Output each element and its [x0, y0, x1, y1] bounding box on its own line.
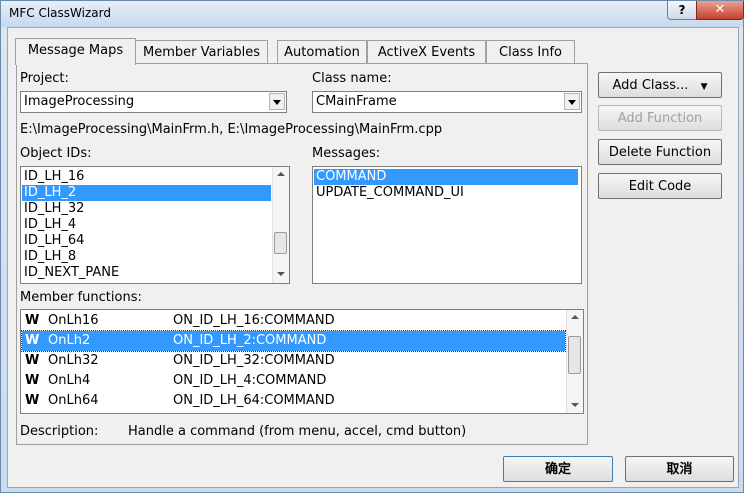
- scroll-down-icon[interactable]: [273, 267, 289, 281]
- member-functions-label: Member functions:: [20, 290, 142, 305]
- scroll-down-icon[interactable]: [567, 398, 583, 412]
- add-function-button[interactable]: Add Function: [598, 105, 722, 131]
- object-id-item[interactable]: ID_LH_16: [22, 169, 271, 185]
- project-label: Project:: [20, 71, 69, 86]
- description-text: Handle a command (from menu, accel, cmd …: [128, 424, 467, 439]
- project-combo[interactable]: ImageProcessing: [20, 91, 287, 113]
- member-function-row[interactable]: W OnLh64 ON_ID_LH_64:COMMAND: [22, 391, 565, 411]
- ok-button[interactable]: 确定: [503, 456, 613, 482]
- function-message: ON_ID_LH_4:COMMAND: [173, 373, 327, 388]
- classwizard-window: MFC ClassWizard ? ✕ Message Maps Member …: [0, 0, 744, 493]
- object-id-item[interactable]: ID_LH_32: [22, 201, 271, 217]
- chevron-down-icon: ▼: [700, 82, 708, 92]
- message-item[interactable]: UPDATE_COMMAND_UI: [314, 185, 578, 201]
- object-ids-list[interactable]: ID_LH_16 ID_LH_2 ID_LH_32 ID_LH_4 ID_LH_…: [20, 166, 290, 284]
- member-functions-scrollbar[interactable]: [566, 310, 583, 413]
- help-button[interactable]: ?: [667, 1, 697, 20]
- function-name: OnLh64: [48, 393, 99, 408]
- object-id-item[interactable]: ID_LH_8: [22, 249, 271, 265]
- tab-activex-events[interactable]: ActiveX Events: [367, 40, 486, 64]
- function-message: ON_ID_LH_16:COMMAND: [173, 313, 335, 328]
- object-id-item[interactable]: ID_NEXT_PANE: [22, 265, 271, 281]
- tab-class-info[interactable]: Class Info: [486, 40, 575, 64]
- windows-message-icon: W: [25, 353, 40, 368]
- window-title: MFC ClassWizard: [9, 6, 111, 20]
- title-bar[interactable]: MFC ClassWizard ? ✕: [1, 1, 744, 27]
- dialog-client: Message Maps Member Variables Automation…: [7, 27, 739, 488]
- close-button[interactable]: ✕: [696, 1, 744, 20]
- messages-list[interactable]: COMMAND UPDATE_COMMAND_UI: [312, 166, 582, 284]
- project-value: ImageProcessing: [24, 94, 135, 109]
- class-name-value: CMainFrame: [316, 94, 397, 109]
- object-id-item[interactable]: ID_LH_4: [22, 217, 271, 233]
- object-id-item[interactable]: ID_LH_64: [22, 233, 271, 249]
- chevron-down-icon[interactable]: [269, 93, 285, 110]
- windows-message-icon: W: [25, 373, 40, 388]
- scroll-up-icon[interactable]: [273, 167, 289, 181]
- windows-message-icon: W: [25, 313, 40, 328]
- function-name: OnLh32: [48, 353, 99, 368]
- tab-member-variables[interactable]: Member Variables: [135, 40, 268, 64]
- member-function-row[interactable]: W OnLh4 ON_ID_LH_4:COMMAND: [22, 371, 565, 391]
- add-class-label: Add Class...: [612, 78, 689, 93]
- member-function-row-selected[interactable]: W OnLh2 ON_ID_LH_2:COMMAND: [21, 330, 566, 352]
- member-function-row[interactable]: W OnLh16 ON_ID_LH_16:COMMAND: [22, 311, 565, 331]
- function-message: ON_ID_LH_64:COMMAND: [173, 393, 335, 408]
- windows-message-icon: W: [25, 393, 40, 408]
- edit-code-button[interactable]: Edit Code: [598, 173, 722, 199]
- scroll-thumb[interactable]: [274, 232, 287, 254]
- tab-automation[interactable]: Automation: [277, 40, 367, 64]
- message-item-selected[interactable]: COMMAND: [314, 169, 578, 185]
- class-name-combo[interactable]: CMainFrame: [312, 91, 582, 113]
- windows-message-icon: W: [25, 333, 40, 348]
- member-function-row[interactable]: W OnLh32 ON_ID_LH_32:COMMAND: [22, 351, 565, 371]
- class-name-label: Class name:: [312, 71, 392, 86]
- function-name: OnLh4: [48, 373, 91, 388]
- description-label: Description:: [20, 424, 99, 439]
- function-message: ON_ID_LH_32:COMMAND: [173, 353, 335, 368]
- tab-message-maps[interactable]: Message Maps: [15, 38, 136, 65]
- add-class-button[interactable]: Add Class... ▼: [598, 72, 722, 98]
- object-id-item-selected[interactable]: ID_LH_2: [22, 185, 271, 201]
- function-name: OnLh2: [48, 333, 91, 348]
- scroll-thumb[interactable]: [568, 336, 581, 374]
- member-functions-list[interactable]: W OnLh16 ON_ID_LH_16:COMMAND W OnLh2 ON_…: [20, 309, 584, 414]
- function-message: ON_ID_LH_2:COMMAND: [173, 333, 327, 348]
- cancel-button[interactable]: 取消: [625, 456, 734, 482]
- messages-label: Messages:: [312, 146, 381, 161]
- scroll-up-icon[interactable]: [567, 310, 583, 324]
- file-path: E:\ImageProcessing\MainFrm.h, E:\ImagePr…: [20, 122, 443, 137]
- chevron-down-icon[interactable]: [564, 93, 580, 110]
- object-ids-label: Object IDs:: [20, 146, 92, 161]
- object-ids-scrollbar[interactable]: [272, 167, 289, 283]
- delete-function-button[interactable]: Delete Function: [598, 139, 722, 165]
- function-name: OnLh16: [48, 313, 99, 328]
